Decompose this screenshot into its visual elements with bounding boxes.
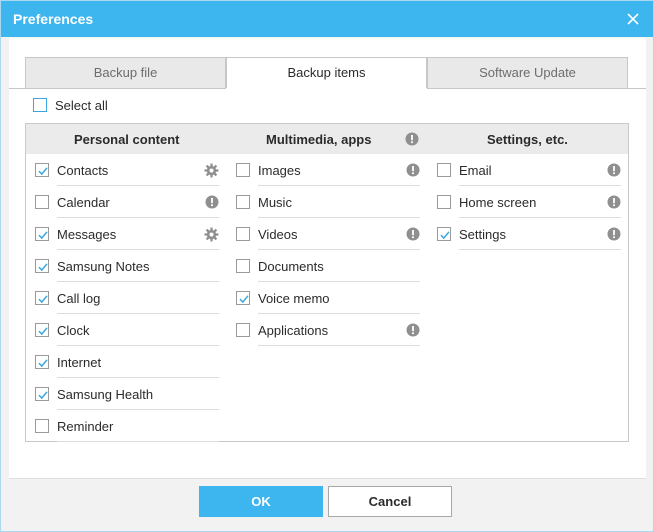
ok-button[interactable]: OK <box>199 486 323 517</box>
active-tab-gap <box>226 88 427 89</box>
item-checkbox[interactable] <box>236 323 250 337</box>
item-checkbox[interactable] <box>35 163 49 177</box>
item-label: Music <box>258 195 292 210</box>
item-label: Voice memo <box>258 291 330 306</box>
list-item[interactable]: Documents <box>236 250 420 282</box>
item-label: Home screen <box>459 195 537 210</box>
info-icon[interactable] <box>607 227 621 244</box>
list-item[interactable]: Samsung Notes <box>35 250 219 282</box>
item-checkbox[interactable] <box>236 291 250 305</box>
list-item[interactable]: Calendar <box>35 186 219 218</box>
item-checkbox[interactable] <box>437 163 451 177</box>
item-checkbox[interactable] <box>236 163 250 177</box>
item-checkbox[interactable] <box>437 195 451 209</box>
item-label: Email <box>459 163 492 178</box>
window-title: Preferences <box>13 11 94 27</box>
item-checkbox[interactable] <box>35 291 49 305</box>
item-checkbox[interactable] <box>35 227 49 241</box>
row-divider <box>459 249 621 250</box>
select-all-row[interactable]: Select all <box>33 96 108 114</box>
item-checkbox[interactable] <box>236 259 250 273</box>
item-label: Call log <box>57 291 101 306</box>
footer-divider <box>9 478 646 479</box>
item-label: Contacts <box>57 163 109 178</box>
list-item[interactable]: Images <box>236 154 420 186</box>
cancel-button[interactable]: Cancel <box>328 486 452 517</box>
column-title-settings: Settings, etc. <box>487 132 568 147</box>
gear-icon[interactable] <box>204 163 219 181</box>
item-checkbox[interactable] <box>35 355 49 369</box>
list-item[interactable]: Messages <box>35 218 219 250</box>
info-icon[interactable] <box>607 163 621 180</box>
item-checkbox[interactable] <box>35 259 49 273</box>
list-item[interactable]: Music <box>236 186 420 218</box>
list-item[interactable]: Videos <box>236 218 420 250</box>
item-label: Documents <box>258 259 324 274</box>
item-checkbox[interactable] <box>437 227 451 241</box>
column-header-bar: Personal content Multimedia, apps Settin… <box>26 124 628 154</box>
item-label: Messages <box>57 227 117 242</box>
list-item[interactable]: Call log <box>35 282 219 314</box>
preferences-dialog: Preferences Backup file Backup items Sof… <box>0 0 654 532</box>
info-icon[interactable] <box>205 195 219 212</box>
item-label: Images <box>258 163 301 178</box>
item-label: Samsung Health <box>57 387 154 402</box>
item-checkbox[interactable] <box>236 195 250 209</box>
tab-backup-file[interactable]: Backup file <box>25 57 226 88</box>
select-all-label: Select all <box>55 97 108 113</box>
tab-backup-items[interactable]: Backup items <box>226 57 427 89</box>
list-item[interactable]: Settings <box>437 218 621 250</box>
info-icon[interactable] <box>406 227 420 244</box>
column-title-multimedia: Multimedia, apps <box>266 132 372 147</box>
item-checkbox[interactable] <box>35 195 49 209</box>
column-title-personal: Personal content <box>74 132 180 147</box>
item-checkbox[interactable] <box>35 323 49 337</box>
gear-icon[interactable] <box>204 227 219 245</box>
row-divider <box>57 441 219 442</box>
select-all-checkbox[interactable] <box>33 98 47 112</box>
item-label: Clock <box>57 323 90 338</box>
list-item[interactable]: Voice memo <box>236 282 420 314</box>
list-item[interactable]: Samsung Health <box>35 378 219 410</box>
column-personal-content: Contacts Calendar Messages Samsung Notes Cal… <box>35 154 219 442</box>
title-bar[interactable]: Preferences <box>1 1 653 37</box>
info-icon[interactable] <box>405 132 419 149</box>
tab-bar: Backup file Backup items Software Update <box>25 57 628 89</box>
item-checkbox[interactable] <box>35 419 49 433</box>
item-label: Internet <box>57 355 102 370</box>
list-item[interactable]: Internet <box>35 346 219 378</box>
item-label: Applications <box>258 323 329 338</box>
list-item[interactable]: Email <box>437 154 621 186</box>
backup-items-panel: Personal content Multimedia, apps Settin… <box>25 123 629 442</box>
dialog-content: Backup file Backup items Software Update… <box>9 38 646 478</box>
row-divider <box>258 345 420 346</box>
item-label: Videos <box>258 227 298 242</box>
list-item[interactable]: Reminder <box>35 410 219 442</box>
item-label: Reminder <box>57 419 114 434</box>
item-label: Samsung Notes <box>57 259 150 274</box>
item-label: Settings <box>459 227 506 242</box>
column-settings-etc: Email Home screen Settings <box>437 154 621 250</box>
item-label: Calendar <box>57 195 110 210</box>
list-item[interactable]: Clock <box>35 314 219 346</box>
info-icon[interactable] <box>406 323 420 340</box>
info-icon[interactable] <box>607 195 621 212</box>
close-icon[interactable] <box>623 9 643 29</box>
column-multimedia-apps: Images Music Videos Documents Voice memo Appl… <box>236 154 420 346</box>
tab-software-update[interactable]: Software Update <box>427 57 628 88</box>
item-checkbox[interactable] <box>236 227 250 241</box>
item-checkbox[interactable] <box>35 387 49 401</box>
list-item[interactable]: Applications <box>236 314 420 346</box>
list-item[interactable]: Home screen <box>437 186 621 218</box>
info-icon[interactable] <box>406 163 420 180</box>
list-item[interactable]: Contacts <box>35 154 219 186</box>
